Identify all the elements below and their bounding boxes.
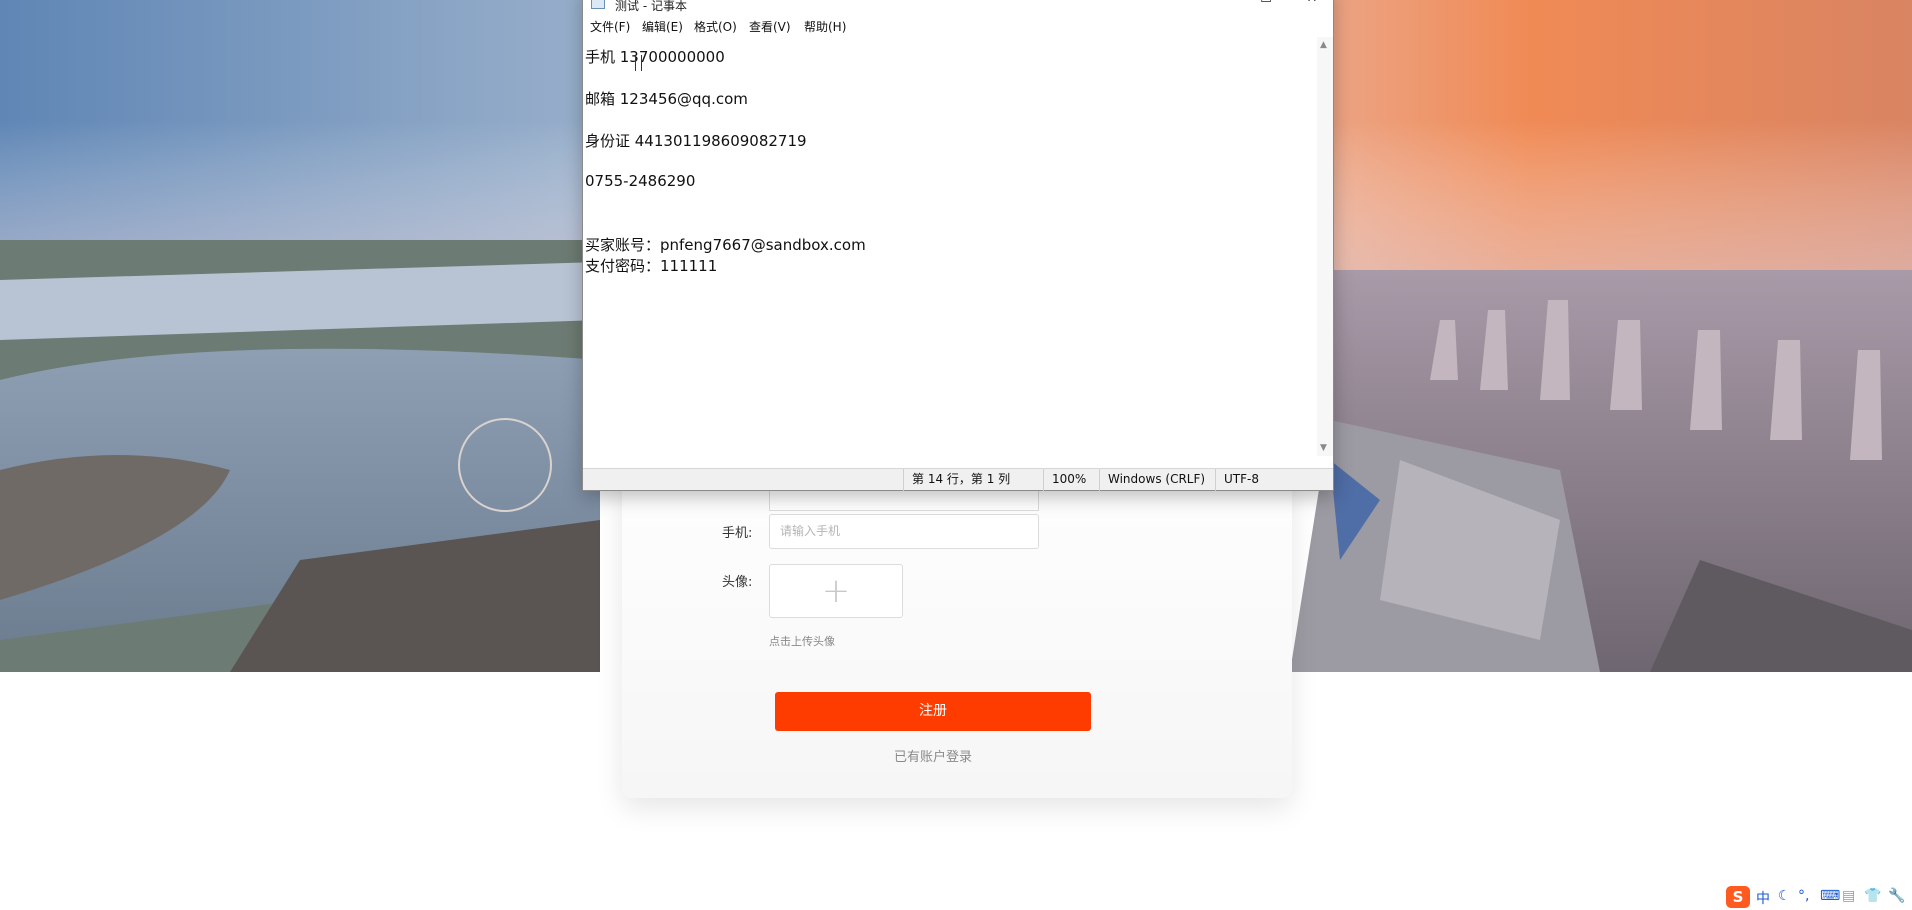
text-line-email: 邮箱 123456@qq.com bbox=[585, 90, 748, 108]
login-link[interactable]: 已有账户登录 bbox=[775, 746, 1091, 765]
register-button[interactable]: 注册 bbox=[775, 692, 1091, 731]
sogou-ime-icon[interactable]: S bbox=[1726, 886, 1750, 908]
punctuation-icon[interactable]: °, bbox=[1798, 888, 1809, 904]
text-cursor-icon bbox=[635, 55, 642, 71]
avatar-upload-box[interactable]: + bbox=[769, 564, 903, 618]
keyboard-icon[interactable]: ⌨ bbox=[1820, 888, 1840, 904]
text-line-password: 支付密码：111111 bbox=[585, 257, 718, 275]
menu-edit[interactable]: 编辑(E) bbox=[642, 18, 683, 35]
text-line-buyer: 买家账号：pnfeng7667@sandbox.com bbox=[585, 236, 866, 254]
vertical-scrollbar[interactable]: ▲ ▼ bbox=[1317, 37, 1333, 456]
desktop-stage: 手机: 请输入手机 头像: + 点击上传头像 注册 已有账户登录 测试 - 记事… bbox=[0, 0, 1912, 910]
status-encoding: UTF-8 bbox=[1215, 469, 1318, 491]
menu-view[interactable]: 查看(V) bbox=[749, 18, 791, 35]
notepad-menubar: 文件(F) 编辑(E) 格式(O) 查看(V) 帮助(H) bbox=[583, 15, 1333, 37]
status-bar: 第 14 行，第 1 列 100% Windows (CRLF) UTF-8 bbox=[583, 468, 1333, 491]
ime-mode-toggle[interactable]: 中 bbox=[1756, 888, 1770, 908]
maximize-icon[interactable]: ☐ bbox=[1259, 0, 1273, 7]
clipboard-icon[interactable]: ▤ bbox=[1842, 888, 1855, 904]
status-line-ending: Windows (CRLF) bbox=[1099, 469, 1215, 491]
notepad-window[interactable]: 测试 - 记事本 — ☐ ✕ 文件(F) 编辑(E) 格式(O) 查看(V) 帮… bbox=[582, 0, 1334, 491]
text-line-tel: 0755-2486290 bbox=[585, 172, 696, 190]
phone-label: 手机: bbox=[722, 526, 753, 541]
status-zoom: 100% bbox=[1043, 469, 1099, 491]
notepad-titlebar[interactable]: 测试 - 记事本 — ☐ ✕ bbox=[583, 0, 1333, 15]
scroll-down-icon[interactable]: ▼ bbox=[1320, 443, 1327, 453]
notepad-app-icon bbox=[591, 0, 605, 9]
close-icon[interactable]: ✕ bbox=[1305, 0, 1319, 7]
moon-icon[interactable]: ☾ bbox=[1778, 888, 1791, 904]
ime-tray: S 中 ☾ °, ⌨ ▤ 👕 🔧 bbox=[1722, 884, 1912, 910]
minimize-icon[interactable]: — bbox=[1213, 0, 1227, 7]
avatar-hint: 点击上传头像 bbox=[769, 635, 835, 648]
menu-format[interactable]: 格式(O) bbox=[694, 18, 737, 35]
scroll-up-icon[interactable]: ▲ bbox=[1320, 40, 1327, 50]
menu-file[interactable]: 文件(F) bbox=[590, 18, 630, 35]
text-line-id: 身份证 441301198609082719 bbox=[585, 132, 807, 150]
skin-icon[interactable]: 👕 bbox=[1864, 888, 1881, 904]
text-line-phone: 手机 13700000000 bbox=[585, 48, 725, 66]
avatar-label: 头像: bbox=[722, 575, 753, 590]
status-position: 第 14 行，第 1 列 bbox=[903, 469, 1043, 491]
phone-input[interactable]: 请输入手机 bbox=[769, 514, 1039, 549]
menu-help[interactable]: 帮助(H) bbox=[804, 18, 846, 35]
notepad-text-area[interactable]: 手机 13700000000 邮箱 123456@qq.com 身份证 4413… bbox=[583, 37, 1318, 456]
window-title: 测试 - 记事本 bbox=[615, 0, 687, 13]
plus-icon: + bbox=[821, 571, 851, 611]
wrench-icon[interactable]: 🔧 bbox=[1888, 888, 1905, 904]
